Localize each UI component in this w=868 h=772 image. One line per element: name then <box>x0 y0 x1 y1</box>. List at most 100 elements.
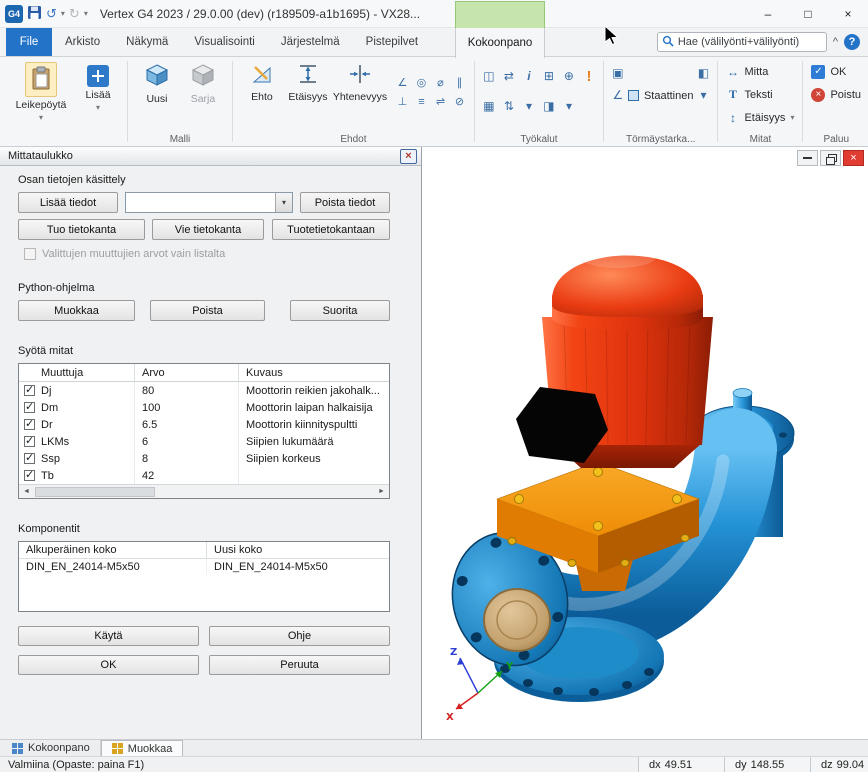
dim-checkbox[interactable] <box>24 453 35 464</box>
python-run-button[interactable]: Suorita <box>290 300 390 321</box>
redo-button[interactable]: ↻ <box>69 6 80 22</box>
tab-edit[interactable]: Muokkaa <box>101 740 184 756</box>
distance-dim-button[interactable]: ↕ Etäisyys ▾ <box>726 108 794 127</box>
series-button[interactable]: Sarja <box>180 60 226 105</box>
apply-button[interactable]: Käytä <box>18 626 199 646</box>
search-input[interactable] <box>678 36 822 48</box>
dim-checkbox[interactable] <box>24 436 35 447</box>
dim-row[interactable]: Dr 6.5 Moottorin kiinnityspultti <box>19 416 389 433</box>
cancel-button[interactable]: Peruuta <box>209 655 390 675</box>
diameter-constraint-icon[interactable]: ⌀ <box>432 74 449 91</box>
help-button[interactable]: ? <box>844 34 860 50</box>
save-icon[interactable] <box>27 5 42 23</box>
ok-dialog-button[interactable]: OK <box>18 655 199 675</box>
dim-value[interactable]: 6 <box>134 433 238 450</box>
list-values-checkbox[interactable] <box>24 248 36 260</box>
model-viewport[interactable]: × <box>422 147 868 739</box>
dialog-title-bar[interactable]: Mittataulukko × <box>0 147 421 166</box>
dim-value[interactable]: 80 <box>134 382 238 399</box>
combo-dropdown-icon[interactable]: ▾ <box>275 193 292 212</box>
data-set-combobox[interactable]: ▾ <box>125 192 293 213</box>
condition-button[interactable]: Ehto <box>239 60 285 103</box>
dim-value[interactable]: 6.5 <box>134 416 238 433</box>
alert-tool-icon[interactable]: ! <box>581 67 597 85</box>
dim-checkbox[interactable] <box>24 402 35 413</box>
component-row[interactable]: DIN_EN_24014-M5x50 DIN_EN_24014-M5x50 <box>19 559 389 575</box>
python-edit-button[interactable]: Muokkaa <box>18 300 135 321</box>
equal-constraint-icon[interactable]: ≡ <box>413 93 430 110</box>
python-delete-button[interactable]: Poista <box>150 300 265 321</box>
app-logo[interactable]: G4 <box>5 5 23 23</box>
undo-button[interactable]: ↺ <box>46 6 57 22</box>
maximize-button[interactable]: □ <box>788 0 828 28</box>
dim-row[interactable]: Tb 42 <box>19 467 389 484</box>
component-new[interactable]: DIN_EN_24014-M5x50 <box>206 559 389 575</box>
coincidence-button[interactable]: Yhtenevyys <box>331 60 389 103</box>
parallel-constraint-icon[interactable]: ∥ <box>451 74 468 91</box>
tangent-constraint-icon[interactable]: ⊘ <box>451 93 468 110</box>
scroll-left-icon[interactable]: ◄ <box>19 488 34 495</box>
viewport-minimize-button[interactable] <box>797 150 818 166</box>
tab-kokoonpano[interactable]: Kokoonpano <box>455 28 545 58</box>
scrollbar-thumb[interactable] <box>35 487 155 497</box>
ok-button-ribbon[interactable]: OK <box>811 62 846 81</box>
tab-assembly[interactable]: Kokoonpano <box>2 740 101 756</box>
dimension-button[interactable]: ↔ Mitta <box>726 62 768 81</box>
tool-dropdown-icon[interactable]: ▾ <box>521 97 537 115</box>
tab-arkisto[interactable]: Arkisto <box>52 28 113 56</box>
swap-tool-icon[interactable]: ⇅ <box>501 97 517 115</box>
tab-visualisointi[interactable]: Visualisointi <box>181 28 268 56</box>
dim-row[interactable]: Ssp 8 Siipien korkeus <box>19 450 389 467</box>
angle-constraint-icon[interactable]: ∠ <box>394 74 411 91</box>
dim-checkbox[interactable] <box>24 470 35 481</box>
search-input-box[interactable] <box>657 32 827 52</box>
dim-value[interactable]: 8 <box>134 450 238 467</box>
dim-row[interactable]: Dm 100 Moottorin laipan halkaisija <box>19 399 389 416</box>
scroll-right-icon[interactable]: ► <box>374 488 389 495</box>
section-tool-icon[interactable]: ◨ <box>541 97 557 115</box>
new-model-button[interactable]: Uusi <box>134 60 180 105</box>
window-tool-icon[interactable]: ▦ <box>481 97 497 115</box>
static-check-button[interactable]: Staattinen <box>628 86 694 105</box>
tab-file[interactable]: File <box>6 28 52 56</box>
add-component-button[interactable]: Lisää ▾ <box>75 60 121 113</box>
measure-tool-icon[interactable]: ◫ <box>481 67 497 85</box>
import-db-button[interactable]: Tuo tietokanta <box>18 219 145 240</box>
exit-button-ribbon[interactable]: Poistu <box>811 85 861 104</box>
tab-nakyma[interactable]: Näkymä <box>113 28 181 56</box>
paste-button[interactable]: Leikepöytä ▾ <box>7 60 75 123</box>
qat-customize-icon[interactable]: ▾ <box>84 9 88 19</box>
tab-pistepilvet[interactable]: Pistepilvet <box>353 28 431 56</box>
dim-value[interactable]: 42 <box>134 467 238 484</box>
viewport-close-button[interactable]: × <box>843 150 864 166</box>
collision-dropdown-icon[interactable]: ▾ <box>695 86 711 104</box>
zoom-tool-icon[interactable]: ⊕ <box>561 67 577 85</box>
info-tool-icon[interactable]: i <box>521 67 537 85</box>
grid-tool-icon[interactable]: ⊞ <box>541 67 557 85</box>
dim-row[interactable]: LKMs 6 Siipien lukumäärä <box>19 433 389 450</box>
table-horizontal-scrollbar[interactable]: ◄ ► <box>19 484 389 498</box>
tool-dropdown-icon[interactable]: ▾ <box>561 97 577 115</box>
symmetry-constraint-icon[interactable]: ⇌ <box>432 93 449 110</box>
collapse-ribbon-icon[interactable]: ^ <box>833 36 838 48</box>
distance-constraint-button[interactable]: Etäisyys <box>285 60 331 103</box>
perpendicular-constraint-icon[interactable]: ⊥ <box>394 93 411 110</box>
concentric-constraint-icon[interactable]: ◎ <box>413 74 430 91</box>
dim-checkbox[interactable] <box>24 419 35 430</box>
viewport-restore-button[interactable] <box>820 150 841 166</box>
help-dialog-button[interactable]: Ohje <box>209 626 390 646</box>
collision-result-icon[interactable]: ◧ <box>695 64 711 82</box>
remove-data-button[interactable]: Poista tiedot <box>300 192 390 213</box>
collision-model-icon[interactable]: ▣ <box>610 64 626 82</box>
dim-row[interactable]: Dj 80 Moottorin reikien jakohalk... <box>19 382 389 399</box>
export-db-button[interactable]: Vie tietokanta <box>152 219 264 240</box>
add-data-button[interactable]: Lisää tiedot <box>18 192 118 213</box>
undo-dropdown-icon[interactable]: ▾ <box>61 9 65 19</box>
dim-checkbox[interactable] <box>24 385 35 396</box>
minimize-button[interactable]: – <box>748 0 788 28</box>
text-button[interactable]: T Teksti <box>726 85 772 104</box>
close-button[interactable]: × <box>828 0 868 28</box>
dialog-close-button[interactable]: × <box>400 149 417 164</box>
collision-angle-icon[interactable]: ∠ <box>610 86 626 104</box>
tab-jarjestelma[interactable]: Järjestelmä <box>268 28 353 56</box>
